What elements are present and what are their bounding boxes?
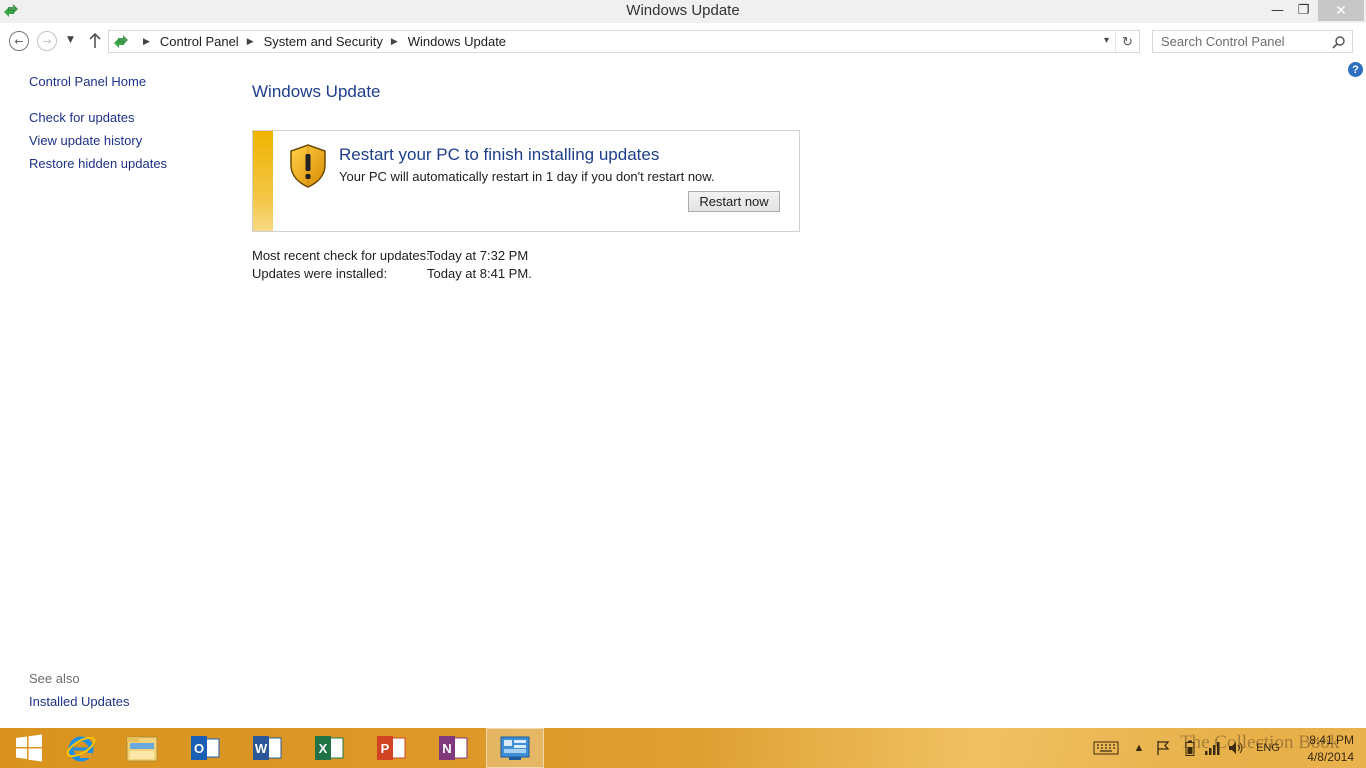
- excel-icon: X: [315, 736, 344, 760]
- internet-explorer-icon: [66, 736, 96, 762]
- chevron-down-icon: ▼: [67, 35, 74, 45]
- address-bar[interactable]: ▶ Control Panel ▶ System and Security ▶ …: [108, 30, 1140, 53]
- installed-updates-link[interactable]: Installed Updates: [29, 694, 129, 709]
- warning-shield-icon: [290, 144, 326, 188]
- installed-value: Today at 8:41 PM.: [427, 266, 532, 281]
- powerpoint-icon: P: [377, 736, 406, 760]
- battery-icon: [1185, 740, 1195, 756]
- speaker-icon: [1229, 742, 1243, 754]
- restore-hidden-updates-link[interactable]: Restore hidden updates: [29, 156, 167, 171]
- breadcrumb-control-panel[interactable]: Control Panel: [160, 34, 239, 49]
- folder-icon: [126, 736, 158, 762]
- chevron-right-icon[interactable]: ▶: [247, 36, 254, 47]
- minimize-button[interactable]: —: [1264, 0, 1291, 21]
- svg-text:X: X: [319, 741, 328, 756]
- check-for-updates-link[interactable]: Check for updates: [29, 110, 135, 125]
- action-center-button[interactable]: [1154, 738, 1172, 758]
- taskbar-internet-explorer[interactable]: [52, 728, 110, 768]
- svg-text:O: O: [194, 741, 204, 756]
- control-panel-home-link[interactable]: Control Panel Home: [29, 74, 146, 89]
- network-button[interactable]: [1202, 738, 1222, 758]
- taskbar-file-explorer[interactable]: [113, 728, 171, 768]
- recent-locations-button[interactable]: ▼: [67, 35, 74, 45]
- help-icon[interactable]: ?: [1348, 62, 1363, 77]
- keyboard-icon: [1093, 741, 1119, 755]
- restart-notice-panel: Restart your PC to finish installing upd…: [252, 130, 800, 232]
- onenote-icon: N: [439, 736, 468, 760]
- taskbar-control-panel[interactable]: [486, 728, 544, 768]
- search-box[interactable]: [1152, 30, 1353, 53]
- refresh-button[interactable]: ↻: [1115, 31, 1139, 52]
- clock-date[interactable]: 4/8/2014: [1296, 750, 1354, 764]
- forward-arrow-icon: →: [42, 34, 52, 48]
- show-hidden-icons-button[interactable]: ▲: [1132, 738, 1146, 758]
- taskbar-word[interactable]: W: [238, 728, 296, 768]
- restore-button[interactable]: ❐: [1290, 0, 1317, 21]
- volume-button[interactable]: [1226, 738, 1246, 758]
- chevron-right-icon: ▶: [143, 36, 150, 46]
- see-also-label: See also: [29, 671, 80, 686]
- search-icon[interactable]: [1332, 35, 1346, 49]
- installed-label: Updates were installed:: [252, 266, 388, 281]
- window-title: Windows Update: [626, 2, 740, 19]
- navigation-bar: ← → ▼ ▶ Control Panel ▶ System and Secur…: [0, 23, 1366, 58]
- start-button[interactable]: [0, 728, 58, 768]
- clock-time[interactable]: 8:41 PM: [1296, 733, 1354, 747]
- view-update-history-link[interactable]: View update history: [29, 133, 142, 148]
- signal-bars-icon: [1205, 742, 1220, 755]
- taskbar-onenote[interactable]: N: [424, 728, 482, 768]
- title-bar: Windows Update — ❐ ✕: [0, 0, 1366, 23]
- taskbar: O W X P N The Collection Book ▲ ENG 8:41…: [0, 728, 1366, 768]
- taskbar-excel[interactable]: X: [300, 728, 358, 768]
- last-check-value: Today at 7:32 PM: [427, 248, 529, 263]
- breadcrumb-windows-update[interactable]: Windows Update: [408, 34, 506, 49]
- search-input[interactable]: [1161, 34, 1331, 49]
- touch-keyboard-button[interactable]: [1092, 738, 1120, 758]
- address-dropdown-icon[interactable]: ▾: [1104, 35, 1109, 46]
- breadcrumb-system-and-security[interactable]: System and Security: [264, 34, 383, 49]
- windows-update-icon: [114, 34, 128, 48]
- control-panel-icon: [500, 736, 530, 760]
- svg-text:W: W: [255, 741, 268, 756]
- close-button[interactable]: ✕: [1318, 0, 1364, 21]
- last-check-label: Most recent check for updates:: [252, 248, 430, 263]
- battery-button[interactable]: [1182, 738, 1198, 758]
- flag-icon: [1157, 741, 1170, 755]
- svg-text:P: P: [381, 741, 390, 756]
- page-title: Windows Update: [252, 82, 381, 101]
- input-language-button[interactable]: ENG: [1252, 738, 1284, 758]
- chevron-up-icon: ▲: [1133, 742, 1145, 754]
- taskbar-powerpoint[interactable]: P: [362, 728, 420, 768]
- back-button[interactable]: ←: [9, 31, 29, 51]
- warning-stripe: [253, 131, 273, 231]
- word-icon: W: [253, 736, 282, 760]
- notice-heading: Restart your PC to finish installing upd…: [339, 145, 660, 164]
- restart-now-button[interactable]: Restart now: [688, 191, 780, 212]
- outlook-icon: O: [191, 736, 220, 760]
- chevron-right-icon[interactable]: ▶: [391, 36, 398, 47]
- up-arrow-icon[interactable]: [87, 31, 103, 51]
- forward-button[interactable]: →: [37, 31, 57, 51]
- notice-body: Your PC will automatically restart in 1 …: [339, 169, 715, 184]
- windows-logo-icon: [16, 734, 42, 762]
- back-arrow-icon: ←: [14, 34, 24, 48]
- taskbar-outlook[interactable]: O: [176, 728, 234, 768]
- svg-text:N: N: [442, 741, 451, 756]
- refresh-icon: ↻: [1122, 33, 1133, 49]
